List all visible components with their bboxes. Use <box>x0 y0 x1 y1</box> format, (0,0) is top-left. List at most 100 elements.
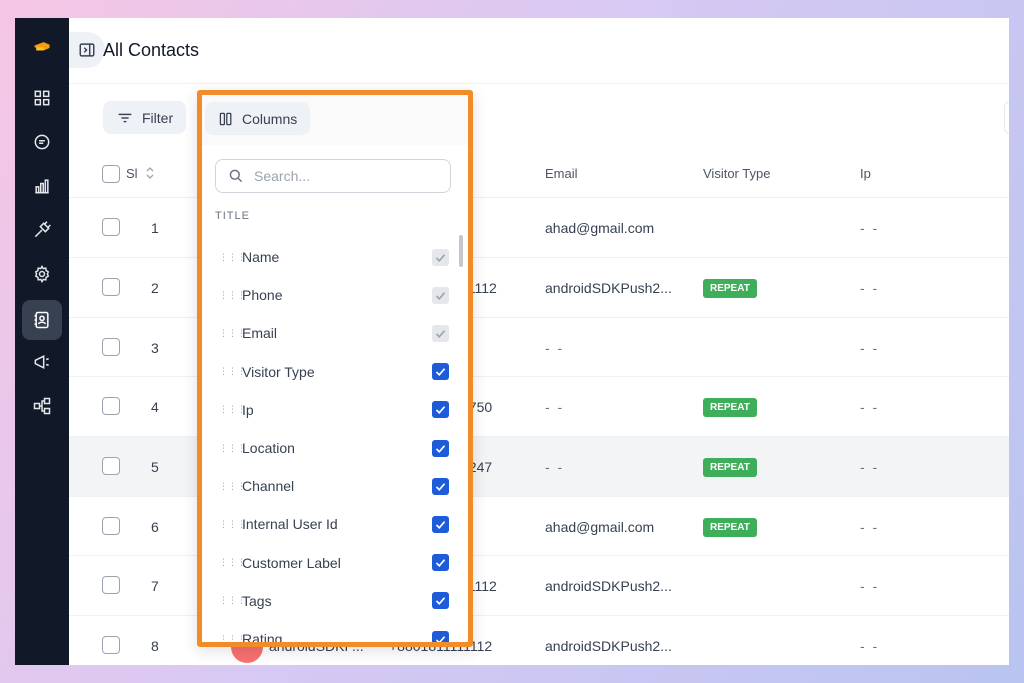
column-option[interactable]: ⋮⋮⋮ Location <box>202 429 452 467</box>
row-ip: - - <box>860 399 880 415</box>
dashboard-icon[interactable] <box>22 78 62 118</box>
row-email: ahad@gmail.com <box>545 519 655 535</box>
section-title: TITLE <box>215 210 250 222</box>
row-ip: - - <box>860 519 880 535</box>
column-option[interactable]: ⋮⋮⋮ Customer Label <box>202 544 452 582</box>
row-checkbox[interactable] <box>102 397 120 415</box>
chat-icon[interactable] <box>22 122 62 162</box>
column-checkbox[interactable] <box>432 439 449 457</box>
check-icon <box>435 406 446 415</box>
search-icon <box>229 169 243 183</box>
check-icon <box>435 444 446 453</box>
row-ip: - - <box>860 220 880 236</box>
columns-dropdown: Columns TITLE ⋮⋮⋮Name⋮⋮⋮Phone⋮⋮⋮Email⋮⋮⋮… <box>197 90 473 647</box>
row-ip: - - <box>860 638 880 654</box>
column-checkbox[interactable] <box>432 592 449 610</box>
column-option-label: Visitor Type <box>242 363 315 380</box>
column-option-label: Phone <box>242 287 283 304</box>
header-visitor-type[interactable]: Visitor Type <box>703 166 770 181</box>
dropdown-scrollbar[interactable] <box>459 235 463 267</box>
check-icon <box>435 521 446 529</box>
analytics-icon[interactable] <box>22 166 62 206</box>
column-option[interactable]: ⋮⋮⋮ Tags <box>202 582 452 620</box>
header-sl[interactable]: Sl <box>126 166 138 181</box>
column-search[interactable] <box>215 159 451 193</box>
check-icon <box>435 330 446 338</box>
check-icon <box>435 635 446 642</box>
columns-button[interactable]: Columns <box>205 102 311 135</box>
row-checkbox[interactable] <box>102 218 120 236</box>
column-option[interactable]: ⋮⋮⋮ Channel <box>202 467 452 505</box>
visitor-type-badge: REPEAT <box>703 518 757 537</box>
column-option[interactable]: ⋮⋮⋮ Phone <box>202 276 452 314</box>
settings-icon[interactable] <box>22 254 62 294</box>
column-option[interactable]: ⋮⋮⋮ Ip <box>202 391 452 429</box>
column-option[interactable]: ⋮⋮⋮ Internal User Id <box>202 505 452 543</box>
search-input[interactable] <box>254 168 434 184</box>
flows-icon[interactable] <box>22 386 62 426</box>
column-option[interactable]: ⋮⋮⋮ Email <box>202 314 452 352</box>
row-checkbox[interactable] <box>102 338 120 356</box>
column-option-label: Rating <box>242 631 283 647</box>
column-checkbox[interactable] <box>432 477 449 495</box>
row-email: androidSDKPush2... <box>545 638 672 654</box>
app-window: All Contacts Filter Sl Email Visitor Typ… <box>15 18 1009 665</box>
column-checkbox <box>432 324 449 342</box>
row-ip: - - <box>860 578 880 594</box>
row-checkbox[interactable] <box>102 517 120 535</box>
row-ip: - - <box>860 340 880 356</box>
visitor-type-badge: REPEAT <box>703 398 757 417</box>
dropdown-header: Columns <box>202 95 468 145</box>
column-checkbox[interactable] <box>432 630 449 642</box>
sidebar-toggle-button[interactable] <box>69 32 105 68</box>
row-email: - - <box>545 399 565 415</box>
columns-icon <box>219 112 232 125</box>
logo-icon[interactable] <box>22 28 62 68</box>
visitor-type-badge: REPEAT <box>703 458 757 477</box>
toolbar-right-button[interactable] <box>1004 101 1009 134</box>
select-all-checkbox[interactable] <box>102 165 120 183</box>
column-checkbox[interactable] <box>432 554 449 572</box>
row-email: ahad@gmail.com <box>545 220 655 236</box>
row-email: androidSDKPush2... <box>545 280 672 296</box>
broadcast-icon[interactable] <box>22 342 62 382</box>
sidebar <box>15 18 69 665</box>
contacts-icon[interactable] <box>22 300 62 340</box>
column-option[interactable]: ⋮⋮⋮ Rating <box>202 620 452 647</box>
row-sl: 1 <box>151 220 159 236</box>
sort-icon[interactable] <box>145 166 155 180</box>
check-icon <box>435 368 446 377</box>
column-option[interactable]: ⋮⋮⋮ Visitor Type <box>202 353 452 391</box>
visitor-type-badge: REPEAT <box>703 279 757 298</box>
filter-label: Filter <box>142 109 174 126</box>
header-email[interactable]: Email <box>545 166 578 181</box>
row-checkbox[interactable] <box>102 636 120 654</box>
check-icon <box>435 253 446 262</box>
row-ip: - - <box>860 280 880 296</box>
column-checkbox[interactable] <box>432 363 449 381</box>
top-bar: All Contacts <box>69 18 1009 84</box>
column-option-label: Tags <box>242 592 272 609</box>
check-icon <box>435 291 446 300</box>
column-checkbox[interactable] <box>432 515 449 533</box>
page-title: All Contacts <box>103 40 200 60</box>
row-ip: - - <box>860 459 880 475</box>
column-option-label: Email <box>242 325 278 342</box>
column-checkbox <box>432 248 449 266</box>
column-option-label: Ip <box>242 401 254 418</box>
row-sl: 7 <box>151 578 159 594</box>
integrations-icon[interactable] <box>22 210 62 250</box>
column-option-label: Location <box>242 440 295 456</box>
header-ip[interactable]: Ip <box>860 166 871 181</box>
column-checkbox[interactable] <box>432 401 449 419</box>
row-email: - - <box>545 459 565 475</box>
check-icon <box>435 559 446 568</box>
column-option[interactable]: ⋮⋮⋮ Name <box>202 238 452 276</box>
row-checkbox[interactable] <box>102 576 120 594</box>
row-email: - - <box>545 340 565 356</box>
column-checkbox <box>432 286 449 304</box>
row-checkbox[interactable] <box>102 457 120 475</box>
filter-button[interactable]: Filter <box>103 101 187 134</box>
check-icon <box>435 482 446 491</box>
row-checkbox[interactable] <box>102 278 120 296</box>
